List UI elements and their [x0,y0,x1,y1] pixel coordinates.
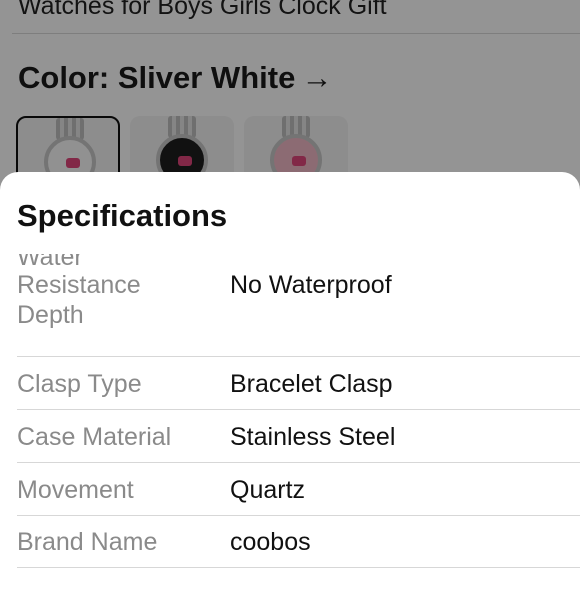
row-divider [17,409,580,410]
sheet-title: Specifications [17,198,228,233]
spec-label-part: Depth [17,301,84,329]
spec-value: Bracelet Clasp [230,370,393,398]
row-divider [17,356,580,357]
spec-value: Quartz [230,476,306,504]
row-divider [17,567,580,568]
specifications-sheet: Specifications Water Resistance Depth No… [0,172,580,592]
row-divider [17,462,580,463]
spec-label: Clasp Type [17,370,142,398]
spec-label-line: Water [17,254,83,271]
row-divider [17,515,580,516]
spec-value: No Waterproof [230,271,392,299]
spec-value: coobos [230,528,311,556]
spec-label: Brand Name [17,528,158,556]
spec-label: Case Material [17,423,172,451]
spec-value: Stainless Steel [230,423,396,451]
spec-label: Movement [17,476,134,504]
spec-label-part: Resistance [17,271,141,299]
